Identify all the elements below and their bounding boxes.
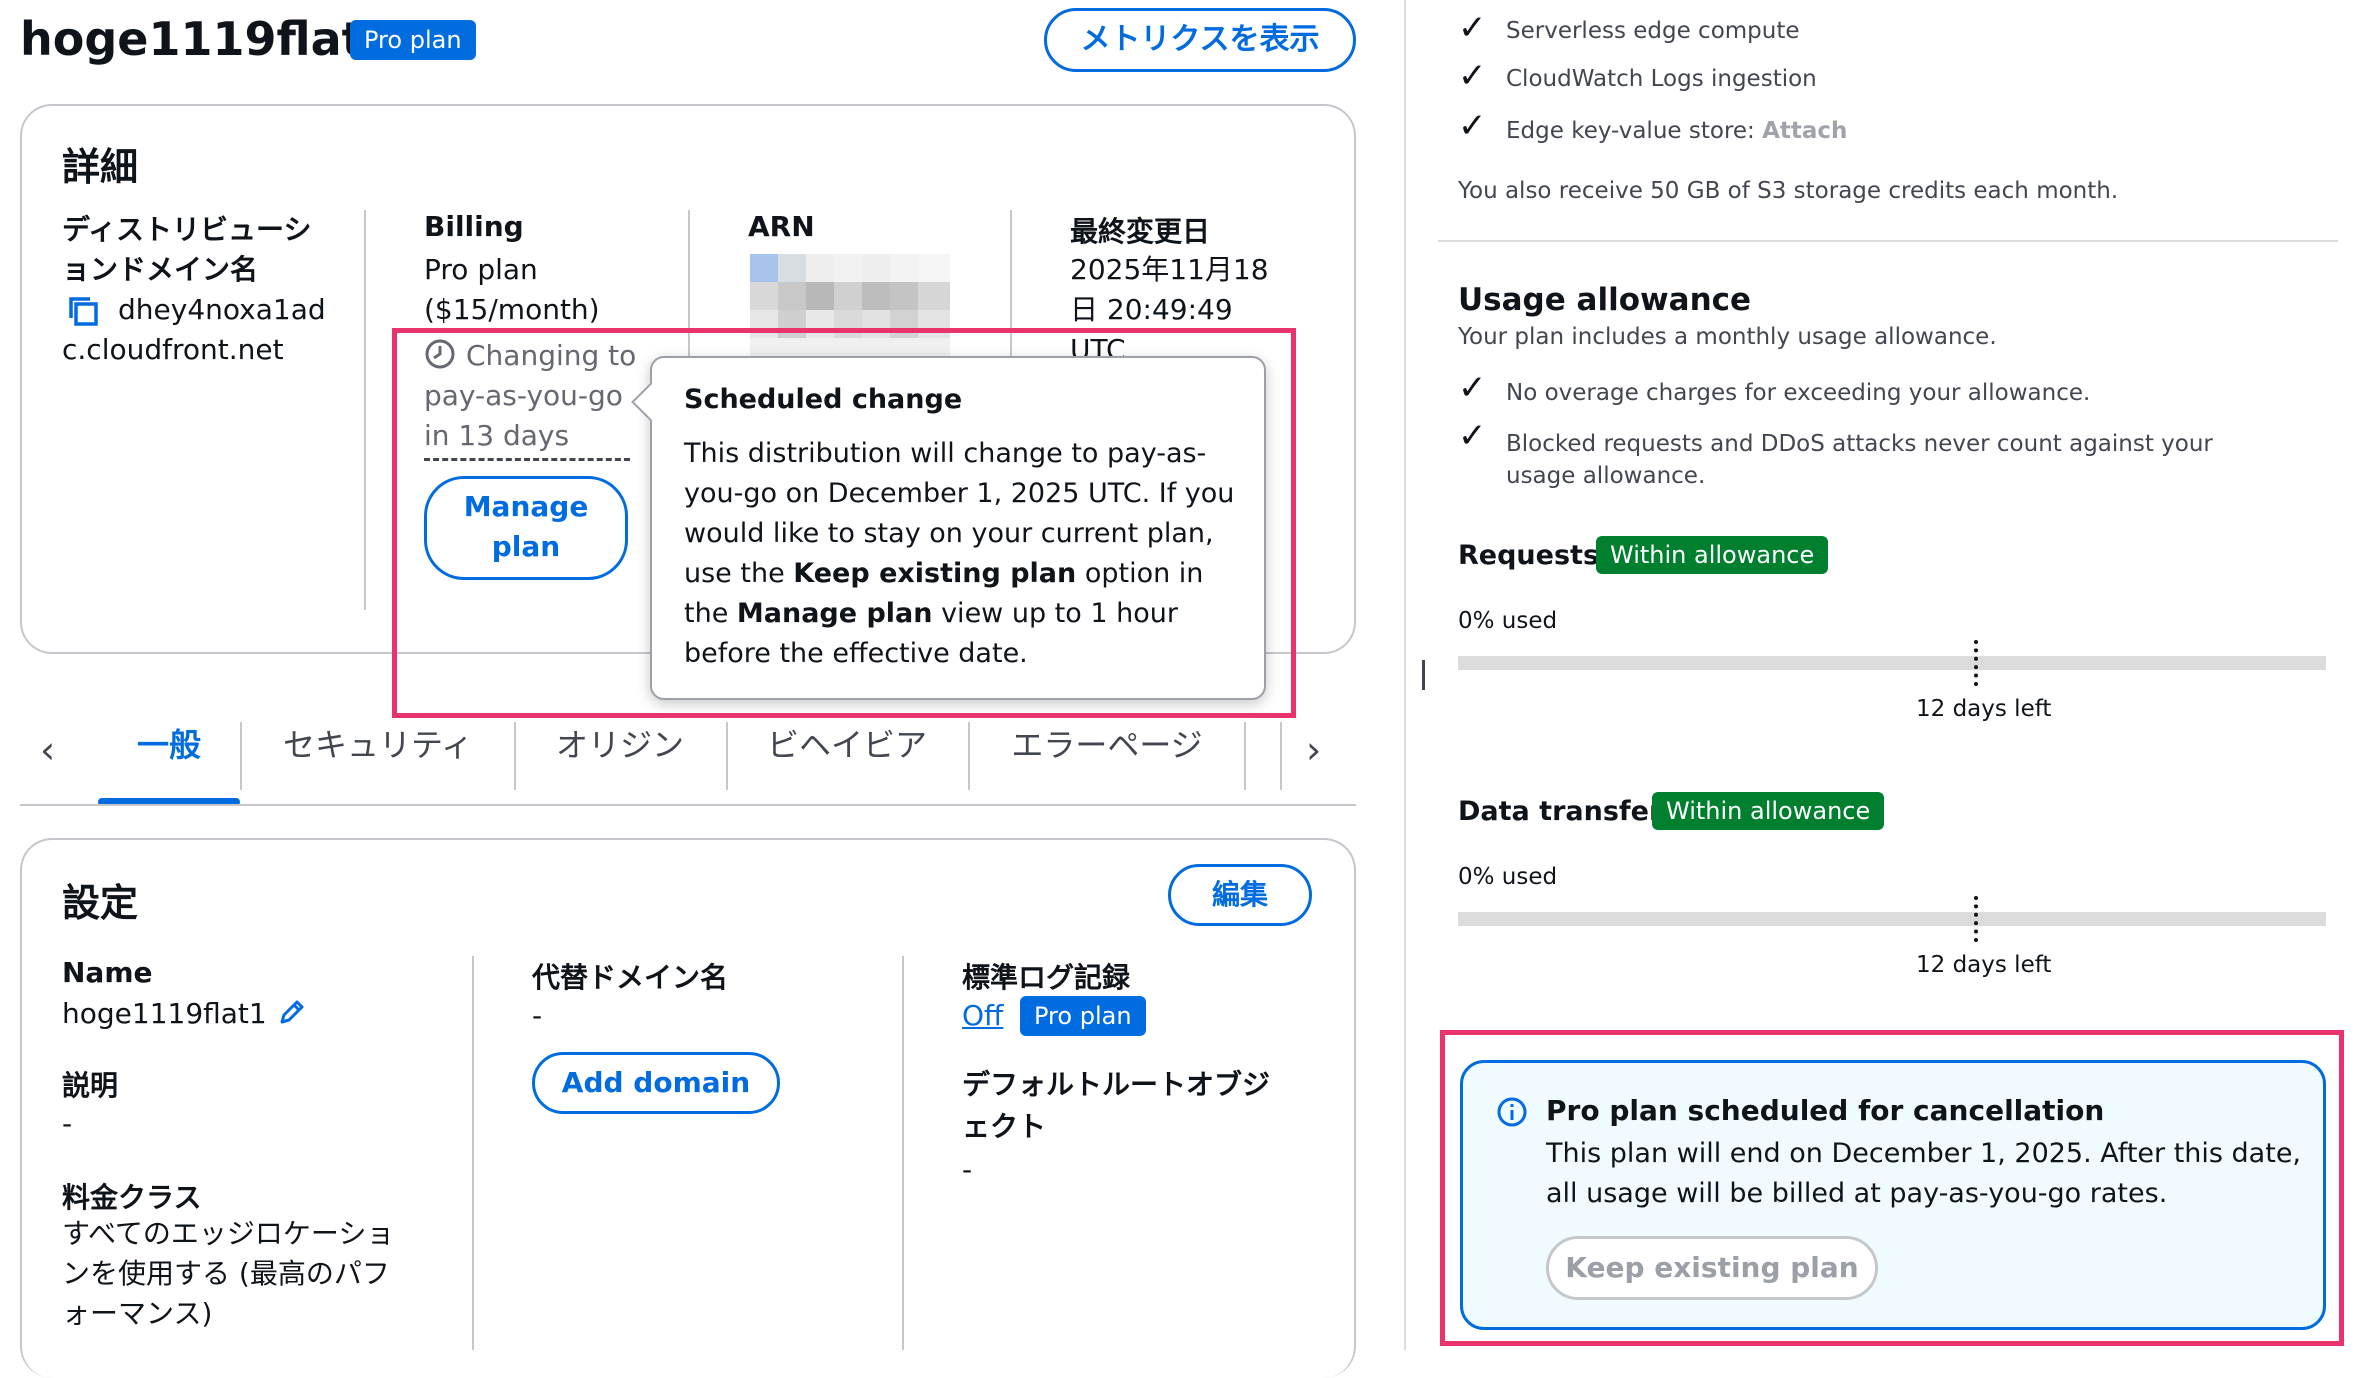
attach-link[interactable]: Attach — [1762, 118, 1847, 144]
default-root-label: デフォルトルートオブジェクト — [962, 1068, 1271, 1143]
feature-item: CloudWatch Logs ingestion — [1506, 66, 1817, 92]
requests-days-left: 12 days left — [1916, 696, 2052, 722]
tab-general[interactable]: 一般 — [98, 720, 240, 766]
tab-behaviors[interactable]: ビヘイビア — [728, 720, 966, 766]
highlight-frame — [1440, 1030, 2344, 1346]
transfer-days-left: 12 days left — [1916, 952, 2052, 978]
tab-divider — [240, 722, 242, 790]
feature-item: Serverless edge compute — [1506, 18, 1800, 44]
modified-value-2: 日 20:49:49 — [1070, 293, 1233, 326]
edit-button[interactable]: 編集 — [1168, 864, 1312, 926]
price-class-label: 料金クラス — [62, 1181, 202, 1214]
usage-subtitle: Your plan includes a monthly usage allow… — [1458, 324, 1997, 350]
domain-value-suffix: c.cloudfront.net — [62, 333, 284, 366]
requests-status-badge: Within allowance — [1596, 536, 1829, 574]
usage-heading: Usage allowance — [1458, 282, 1752, 318]
feature-item: Edge key-value store: Attach — [1506, 118, 1848, 144]
tab-security[interactable]: セキュリティ — [244, 720, 512, 766]
price-class-value: すべてのエッジロケーションを使用する (最高のパフォーマンス) — [62, 1217, 395, 1330]
check-icon: ✓ — [1458, 416, 1487, 456]
std-log-off-link[interactable]: Off — [962, 996, 1003, 1036]
check-icon: ✓ — [1458, 56, 1487, 96]
tabs-baseline — [20, 804, 1356, 806]
tab-scroll-right-icon[interactable]: › — [1306, 728, 1321, 772]
default-root-value: - — [962, 1153, 973, 1186]
name-value: hoge1119flat1 — [62, 997, 267, 1030]
usage-point: No overage charges for exceeding your al… — [1506, 380, 2091, 406]
tab-error-pages[interactable]: エラーページ — [970, 720, 1244, 766]
transfer-progress-bar — [1458, 912, 2326, 926]
tab-scroll-left-icon[interactable]: ‹ — [40, 728, 55, 772]
requests-used: 0% used — [1458, 608, 1558, 634]
description-value: - — [62, 1107, 73, 1140]
highlight-frame — [392, 328, 1296, 718]
tab-divider — [1244, 722, 1246, 790]
resize-handle[interactable] — [1422, 660, 1425, 690]
requests-period-marker — [1974, 640, 1978, 686]
section-divider — [1438, 240, 2338, 242]
arn-label: ARN — [748, 210, 815, 243]
std-log-label: 標準ログ記録 — [962, 961, 1131, 994]
billing-label: Billing — [424, 210, 524, 243]
requests-progress-bar — [1458, 656, 2326, 670]
check-icon: ✓ — [1458, 368, 1487, 408]
transfer-label: Data transfer — [1458, 796, 1663, 827]
transfer-used: 0% used — [1458, 864, 1558, 890]
std-log-plan-badge: Pro plan — [1020, 996, 1146, 1036]
column-divider — [472, 956, 474, 1350]
modified-value: 2025年11月18 — [1070, 253, 1269, 286]
plan-badge: Pro plan — [350, 20, 476, 60]
billing-price: ($15/month) — [424, 293, 600, 326]
settings-heading: 設定 — [62, 881, 139, 925]
view-metrics-button[interactable]: メトリクスを表示 — [1044, 8, 1356, 72]
description-label: 説明 — [62, 1069, 119, 1102]
domain-value: dhey4noxa1ad — [118, 293, 326, 326]
check-icon: ✓ — [1458, 106, 1487, 146]
transfer-period-marker — [1974, 896, 1978, 942]
alt-domain-label: 代替ドメイン名 — [532, 961, 729, 994]
modified-label: 最終変更日 — [1070, 215, 1211, 248]
add-domain-button[interactable]: Add domain — [532, 1052, 780, 1114]
s3-note: You also receive 50 GB of S3 storage cre… — [1458, 178, 2119, 204]
copy-icon[interactable] — [68, 296, 100, 326]
edit-pencil-icon[interactable] — [276, 996, 308, 1028]
alt-domain-value: - — [532, 999, 543, 1032]
requests-label: Requests — [1458, 540, 1600, 571]
transfer-status-badge: Within allowance — [1652, 792, 1885, 830]
check-icon: ✓ — [1458, 8, 1487, 48]
details-heading: 詳細 — [62, 145, 139, 189]
column-divider — [364, 210, 366, 610]
billing-plan: Pro plan — [424, 253, 538, 286]
domain-label: ディストリビューションドメイン名 — [62, 213, 312, 286]
name-label: Name — [62, 956, 153, 989]
panel-divider — [1404, 0, 1406, 1350]
column-divider — [902, 956, 904, 1350]
tab-origins[interactable]: オリジン — [516, 720, 724, 766]
page-title: hoge1119flat1 — [20, 12, 396, 66]
tab-divider — [1280, 722, 1282, 790]
usage-point: Blocked requests and DDoS attacks never … — [1506, 431, 2213, 489]
